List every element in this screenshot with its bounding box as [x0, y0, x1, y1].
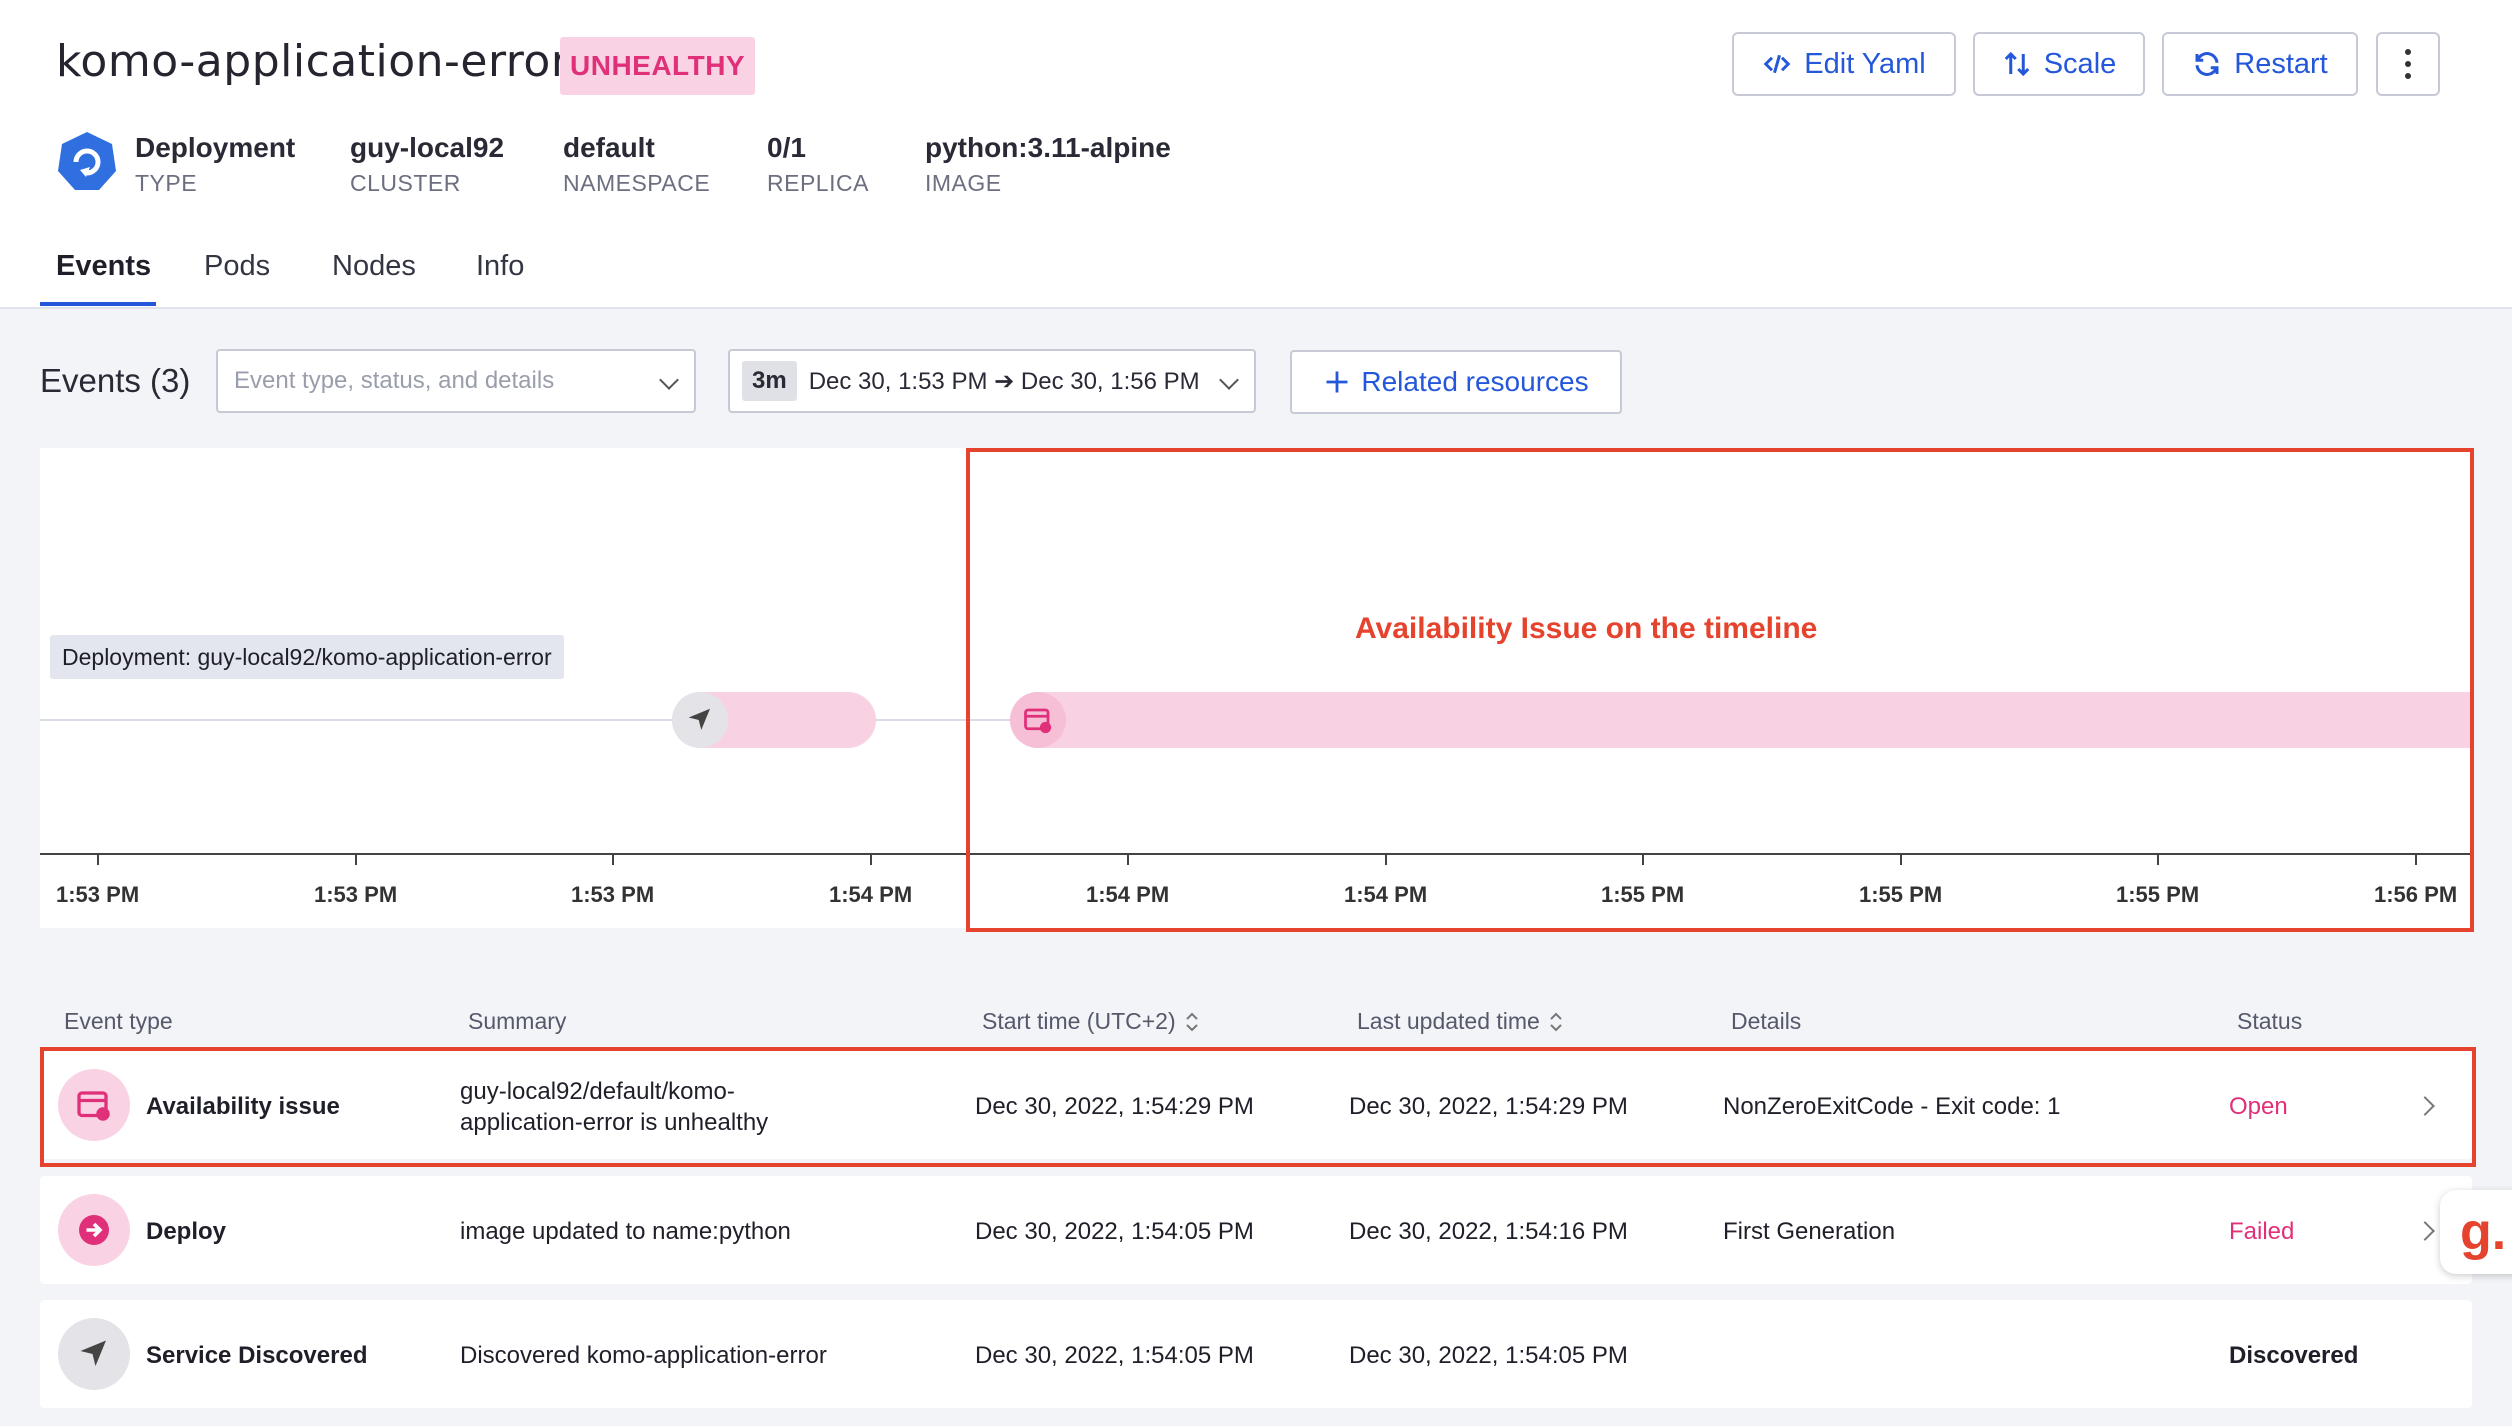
col-last-updated[interactable]: Last updated time — [1357, 1008, 1564, 1035]
row-updated-time: Dec 30, 2022, 1:54:16 PM — [1349, 1218, 1628, 1245]
meta-replica-label: REPLICA — [767, 170, 869, 196]
cursor-arrow-icon — [672, 692, 728, 748]
table-row[interactable] — [40, 1176, 2472, 1284]
meta-namespace-value: default — [563, 132, 655, 163]
time-range-tag: 3m — [742, 361, 797, 401]
meta-image: python:3.11-alpine IMAGE — [925, 132, 1171, 197]
related-resources-button[interactable]: Related resources — [1290, 350, 1622, 414]
timeline-tick-label: 1:54 PM — [829, 882, 913, 907]
row-start-time: Dec 30, 2022, 1:54:05 PM — [975, 1218, 1254, 1245]
tab-info[interactable]: Info — [476, 250, 524, 283]
scale-button[interactable]: Scale — [1973, 32, 2145, 96]
row-status: Discovered — [2229, 1342, 2359, 1369]
row-event-type: Deploy — [146, 1218, 227, 1245]
meta-replica: 0/1 REPLICA — [767, 132, 869, 197]
timeline-tick — [870, 853, 872, 865]
table-row[interactable] — [40, 1300, 2472, 1408]
event-filter-select[interactable]: Event type, status, and details — [216, 349, 696, 413]
sort-icon — [1550, 1012, 1562, 1031]
timeline-tick-label: 1:53 PM — [56, 882, 140, 907]
col-status: Status — [2237, 1008, 2303, 1034]
refresh-icon — [2195, 52, 2219, 76]
sort-icon — [1185, 1012, 1198, 1031]
kebab-icon — [2405, 46, 2411, 82]
page-title: komo-application-error — [56, 36, 570, 87]
restart-label: Restart — [2234, 47, 2328, 80]
time-range-text: Dec 30, 1:53 PM ➔ Dec 30, 1:56 PM — [808, 367, 1200, 395]
tab-nodes[interactable]: Nodes — [332, 250, 416, 283]
time-range-picker[interactable]: 3m Dec 30, 1:53 PM ➔ Dec 30, 1:56 PM — [728, 349, 1256, 413]
row-status: Failed — [2229, 1218, 2295, 1245]
meta-type-label: TYPE — [135, 170, 198, 196]
meta-type-value: Deployment — [135, 132, 296, 163]
timeline-tick-label: 1:53 PM — [314, 882, 398, 907]
scale-label: Scale — [2043, 47, 2117, 80]
row-summary: Discovered komo-application-error — [460, 1342, 827, 1369]
meta-image-value: python:3.11-alpine — [925, 132, 1171, 163]
tab-pods[interactable]: Pods — [204, 250, 270, 283]
edit-yaml-label: Edit Yaml — [1804, 47, 1926, 80]
swap-vertical-icon — [2004, 51, 2030, 77]
more-options-button[interactable] — [2376, 32, 2440, 96]
timeline-resource-label: Deployment: guy-local92/komo-application… — [50, 635, 564, 679]
col-start-time-label: Start time (UTC+2) — [982, 1008, 1176, 1034]
cursor-arrow-icon — [58, 1318, 130, 1390]
col-event-type: Event type — [64, 1008, 173, 1034]
meta-type: Deployment TYPE — [135, 132, 295, 197]
col-summary: Summary — [468, 1008, 567, 1034]
timeline-annotation: Availability Issue on the timeline — [1355, 612, 1818, 645]
related-resources-label: Related resources — [1361, 366, 1589, 397]
row-summary: image updated to name:python — [460, 1218, 791, 1245]
deployment-icon — [58, 132, 116, 190]
highlight-box-timeline — [966, 448, 2474, 932]
edit-yaml-button[interactable]: Edit Yaml — [1732, 32, 1956, 96]
highlight-box-row — [40, 1047, 2476, 1167]
support-widget-button[interactable]: g. — [2440, 1190, 2512, 1274]
col-details: Details — [1731, 1008, 1802, 1034]
meta-cluster: guy-local92 CLUSTER — [350, 132, 504, 197]
timeline-tick — [97, 853, 99, 865]
deploy-icon — [58, 1194, 130, 1266]
timeline-service-discovered-bar[interactable] — [672, 692, 876, 748]
meta-image-label: IMAGE — [925, 170, 1002, 196]
meta-namespace-label: NAMESPACE — [563, 170, 711, 196]
timeline-tick-label: 1:53 PM — [571, 882, 655, 907]
code-icon — [1763, 54, 1791, 74]
col-last-updated-label: Last updated time — [1357, 1008, 1540, 1034]
restart-button[interactable]: Restart — [2162, 32, 2358, 96]
meta-namespace: default NAMESPACE — [563, 132, 710, 197]
tab-events[interactable]: Events — [56, 250, 151, 283]
col-start-time[interactable]: Start time (UTC+2) — [982, 1008, 1200, 1035]
plus-icon — [1326, 371, 1348, 393]
chevron-down-icon — [1219, 370, 1239, 390]
meta-cluster-label: CLUSTER — [350, 170, 461, 196]
chevron-down-icon — [659, 370, 679, 390]
status-badge: UNHEALTHY — [560, 37, 756, 95]
meta-cluster-value: guy-local92 — [350, 132, 505, 163]
meta-replica-value: 0/1 — [767, 132, 806, 163]
row-start-time: Dec 30, 2022, 1:54:05 PM — [975, 1342, 1254, 1369]
row-event-type: Service Discovered — [146, 1342, 368, 1369]
timeline-tick — [355, 853, 357, 865]
timeline-track-line — [40, 719, 1040, 721]
event-filter-placeholder: Event type, status, and details — [234, 367, 555, 394]
timeline-tick — [612, 853, 614, 865]
row-details: First Generation — [1723, 1218, 1896, 1245]
events-title: Events (3) — [40, 362, 191, 399]
active-tab-indicator — [40, 302, 156, 306]
row-updated-time: Dec 30, 2022, 1:54:05 PM — [1349, 1342, 1628, 1369]
